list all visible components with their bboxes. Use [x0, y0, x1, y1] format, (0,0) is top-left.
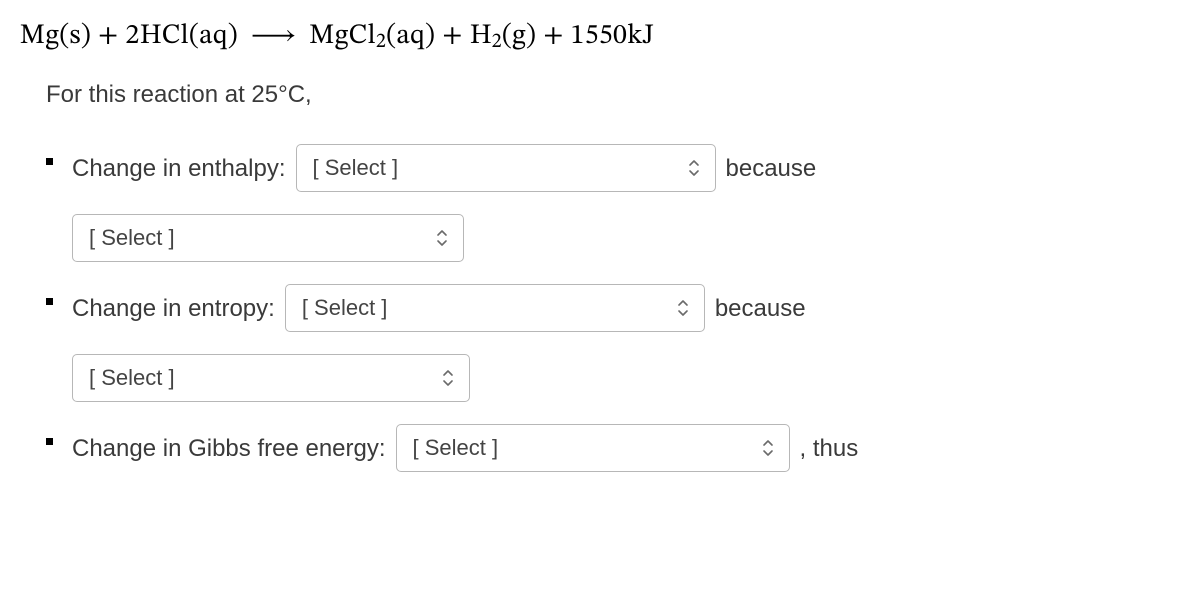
reaction-equation: Mg(s) + 2HCl(aq) ⟶ MgCl2(aq) + H2(g) + 1…: [20, 18, 1180, 55]
thus-text: , thus: [800, 433, 859, 464]
select-placeholder: [ Select ]: [89, 364, 175, 393]
entropy-label: Change in entropy:: [72, 293, 275, 324]
reaction-arrow: ⟶: [251, 18, 296, 54]
intro-text: For this reaction at 25°C,: [46, 79, 1180, 110]
equation-rhs-part2: (aq) + H: [386, 22, 492, 50]
gibbs-label: Change in Gibbs free energy:: [72, 433, 386, 464]
equation-rhs-part3: (g) + 1550kJ: [502, 22, 654, 50]
select-placeholder: [ Select ]: [313, 154, 399, 183]
chevron-up-down-icon: [761, 438, 775, 458]
enthalpy-select-2[interactable]: [ Select ]: [72, 214, 464, 262]
chevron-up-down-icon: [676, 298, 690, 318]
entropy-select-1[interactable]: [ Select ]: [285, 284, 705, 332]
chevron-up-down-icon: [435, 228, 449, 248]
question-list: Change in enthalpy: [ Select ] because […: [20, 144, 1180, 472]
list-item: Change in enthalpy: [ Select ] because […: [46, 144, 1180, 262]
select-placeholder: [ Select ]: [302, 294, 388, 323]
gibbs-select-1[interactable]: [ Select ]: [396, 424, 790, 472]
equation-lhs: Mg(s) + 2HCl(aq): [20, 22, 238, 50]
chevron-up-down-icon: [687, 158, 701, 178]
select-placeholder: [ Select ]: [89, 224, 175, 253]
list-item: Change in Gibbs free energy: [ Select ] …: [46, 424, 1180, 472]
because-text: because: [715, 293, 806, 324]
chevron-up-down-icon: [441, 368, 455, 388]
enthalpy-select-1[interactable]: [ Select ]: [296, 144, 716, 192]
equation-rhs-part1: MgCl: [309, 22, 376, 50]
equation-sub1: 2: [376, 32, 386, 52]
because-text: because: [726, 153, 817, 184]
list-item: Change in entropy: [ Select ] because [ …: [46, 284, 1180, 402]
enthalpy-label: Change in enthalpy:: [72, 153, 286, 184]
select-placeholder: [ Select ]: [413, 434, 499, 463]
equation-sub2: 2: [492, 32, 502, 52]
entropy-select-2[interactable]: [ Select ]: [72, 354, 470, 402]
